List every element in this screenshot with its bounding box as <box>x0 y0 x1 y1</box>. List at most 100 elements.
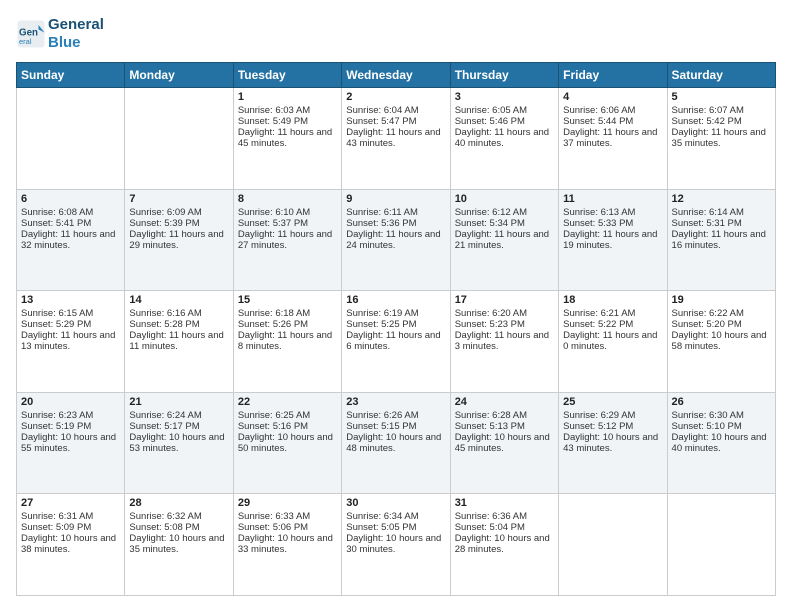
day-info: Daylight: 10 hours and 50 minutes. <box>238 432 337 454</box>
day-info: Daylight: 11 hours and 27 minutes. <box>238 229 337 251</box>
day-number: 9 <box>346 193 445 205</box>
day-info: Daylight: 11 hours and 35 minutes. <box>672 127 771 149</box>
calendar-cell: 23 Sunrise: 6:26 AMSunset: 5:15 PMDayligh… <box>342 392 450 494</box>
day-number: 21 <box>129 396 228 408</box>
day-info: Sunrise: 6:31 AM <box>21 511 120 522</box>
weekday-header-sunday: Sunday <box>17 63 125 88</box>
day-info: Sunrise: 6:09 AM <box>129 207 228 218</box>
day-number: 22 <box>238 396 337 408</box>
day-info: Sunset: 5:13 PM <box>455 421 554 432</box>
calendar-week-row-3: 13Sunrise: 6:15 AMSunset: 5:29 PMDayligh… <box>17 291 776 393</box>
day-info: Sunrise: 6:28 AM <box>455 410 554 421</box>
day-info: Sunrise: 6:15 AM <box>21 308 120 319</box>
calendar-table: SundayMondayTuesdayWednesdayThursdayFrid… <box>16 62 776 596</box>
day-info: Sunrise: 6:13 AM <box>563 207 662 218</box>
weekday-header-wednesday: Wednesday <box>342 63 450 88</box>
calendar-cell: 5Sunrise: 6:07 AMSunset: 5:42 PMDaylight… <box>667 88 775 190</box>
day-number: 14 <box>129 294 228 306</box>
day-info: Daylight: 10 hours and 40 minutes. <box>672 432 771 454</box>
calendar-cell: 26Sunrise: 6:30 AMSunset: 5:10 PMDayligh… <box>667 392 775 494</box>
calendar-cell: 24Sunrise: 6:28 AMSunset: 5:13 PMDayligh… <box>450 392 558 494</box>
day-info: Sunrise: 6:10 AM <box>238 207 337 218</box>
calendar-cell: 16 Sunrise: 6:19 AMSunset: 5:25 PMDayligh… <box>342 291 450 393</box>
day-info: Sunrise: 6:03 AM <box>238 105 337 116</box>
day-info: Sunset: 5:39 PM <box>129 218 228 229</box>
day-info: Sunrise: 6:21 AM <box>563 308 662 319</box>
day-info: Daylight: 11 hours and 3 minutes. <box>455 330 554 352</box>
calendar-cell: 4Sunrise: 6:06 AMSunset: 5:44 PMDaylight… <box>559 88 667 190</box>
day-info: Sunset: 5:29 PM <box>21 319 120 330</box>
day-info: Sunrise: 6:12 AM <box>455 207 554 218</box>
day-info: Sunset: 5:34 PM <box>455 218 554 229</box>
day-info: Sunrise: 6:19 AM <box>346 308 445 319</box>
day-info: Sunrise: 6:29 AM <box>563 410 662 421</box>
day-info: Daylight: 11 hours and 13 minutes. <box>21 330 120 352</box>
day-info: Sunset: 5:42 PM <box>672 116 771 127</box>
day-info: Daylight: 11 hours and 11 minutes. <box>129 330 228 352</box>
day-info: Sunset: 5:46 PM <box>455 116 554 127</box>
calendar-cell: 28Sunrise: 6:32 AMSunset: 5:08 PMDayligh… <box>125 494 233 596</box>
day-info: Daylight: 10 hours and 48 minutes. <box>346 432 445 454</box>
day-info: Daylight: 11 hours and 19 minutes. <box>563 229 662 251</box>
day-info: Sunrise: 6:32 AM <box>129 511 228 522</box>
day-number: 7 <box>129 193 228 205</box>
calendar-cell: 27Sunrise: 6:31 AMSunset: 5:09 PMDayligh… <box>17 494 125 596</box>
day-info: Sunset: 5:28 PM <box>129 319 228 330</box>
day-info: Sunset: 5:06 PM <box>238 522 337 533</box>
calendar-cell: 19Sunrise: 6:22 AMSunset: 5:20 PMDayligh… <box>667 291 775 393</box>
calendar-cell: 2Sunrise: 6:04 AMSunset: 5:47 PMDaylight… <box>342 88 450 190</box>
day-info: Sunrise: 6:23 AM <box>21 410 120 421</box>
day-number: 10 <box>455 193 554 205</box>
day-info: Daylight: 10 hours and 28 minutes. <box>455 533 554 555</box>
day-info: Sunset: 5:05 PM <box>346 522 445 533</box>
day-number: 16 <box>346 294 445 306</box>
day-info: Sunrise: 6:20 AM <box>455 308 554 319</box>
calendar-cell: 6Sunrise: 6:08 AMSunset: 5:41 PMDaylight… <box>17 189 125 291</box>
day-info: Sunset: 5:12 PM <box>563 421 662 432</box>
day-info: Daylight: 10 hours and 43 minutes. <box>563 432 662 454</box>
calendar-cell: 25Sunrise: 6:29 AMSunset: 5:12 PMDayligh… <box>559 392 667 494</box>
day-info: Sunset: 5:44 PM <box>563 116 662 127</box>
logo-text-line1: General <box>48 16 104 34</box>
logo-text-line2: Blue <box>48 34 104 52</box>
day-info: Sunset: 5:19 PM <box>21 421 120 432</box>
day-info: Daylight: 10 hours and 33 minutes. <box>238 533 337 555</box>
day-number: 23 <box>346 396 445 408</box>
weekday-header-monday: Monday <box>125 63 233 88</box>
day-info: Daylight: 10 hours and 45 minutes. <box>455 432 554 454</box>
logo-icon: Gen eral <box>16 19 46 49</box>
logo: Gen eral General Blue <box>16 16 104 52</box>
day-info: Sunrise: 6:04 AM <box>346 105 445 116</box>
day-info: Sunrise: 6:16 AM <box>129 308 228 319</box>
calendar-cell <box>17 88 125 190</box>
day-info: Daylight: 11 hours and 24 minutes. <box>346 229 445 251</box>
calendar-cell: 30Sunrise: 6:34 AMSunset: 5:05 PMDayligh… <box>342 494 450 596</box>
calendar-cell: 15Sunrise: 6:18 AMSunset: 5:26 PMDayligh… <box>233 291 341 393</box>
day-info: Sunrise: 6:33 AM <box>238 511 337 522</box>
day-number: 26 <box>672 396 771 408</box>
calendar-cell: 21Sunrise: 6:24 AMSunset: 5:17 PMDayligh… <box>125 392 233 494</box>
calendar-cell: 11Sunrise: 6:13 AMSunset: 5:33 PMDayligh… <box>559 189 667 291</box>
day-number: 11 <box>563 193 662 205</box>
svg-text:eral: eral <box>19 37 32 46</box>
day-info: Sunset: 5:23 PM <box>455 319 554 330</box>
day-number: 3 <box>455 91 554 103</box>
weekday-header-tuesday: Tuesday <box>233 63 341 88</box>
weekday-header-saturday: Saturday <box>667 63 775 88</box>
calendar-cell <box>667 494 775 596</box>
calendar-cell: 31Sunrise: 6:36 AMSunset: 5:04 PMDayligh… <box>450 494 558 596</box>
day-info: Sunset: 5:20 PM <box>672 319 771 330</box>
day-info: Sunset: 5:25 PM <box>346 319 445 330</box>
day-number: 18 <box>563 294 662 306</box>
day-number: 17 <box>455 294 554 306</box>
day-info: Daylight: 11 hours and 6 minutes. <box>346 330 445 352</box>
day-info: Sunset: 5:15 PM <box>346 421 445 432</box>
day-info: Daylight: 11 hours and 16 minutes. <box>672 229 771 251</box>
day-info: Sunrise: 6:24 AM <box>129 410 228 421</box>
header: Gen eral General Blue <box>16 16 776 52</box>
day-info: Daylight: 11 hours and 21 minutes. <box>455 229 554 251</box>
weekday-header-friday: Friday <box>559 63 667 88</box>
day-number: 20 <box>21 396 120 408</box>
day-info: Daylight: 10 hours and 35 minutes. <box>129 533 228 555</box>
day-info: Sunrise: 6:26 AM <box>346 410 445 421</box>
